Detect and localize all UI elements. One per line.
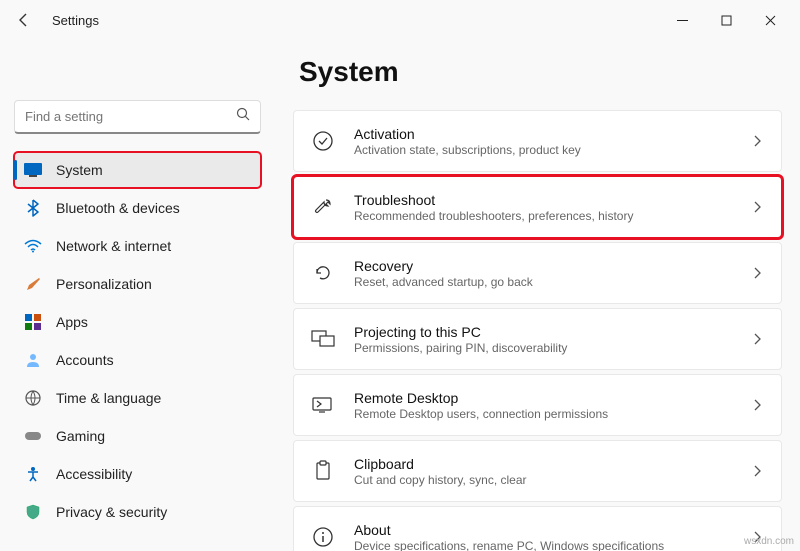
card-title: Activation xyxy=(354,126,731,142)
sidebar-item-label: Accounts xyxy=(56,352,114,368)
sidebar-item-label: Time & language xyxy=(56,390,161,406)
sidebar-item-time-language[interactable]: Time & language xyxy=(14,380,261,416)
card-text: Remote Desktop Remote Desktop users, con… xyxy=(354,390,731,421)
sidebar-item-privacy[interactable]: Privacy & security xyxy=(14,494,261,530)
card-recovery[interactable]: Recovery Reset, advanced startup, go bac… xyxy=(293,242,782,304)
wrench-icon xyxy=(310,194,336,220)
back-button[interactable] xyxy=(8,4,40,36)
sidebar: System Bluetooth & devices Network & int… xyxy=(0,40,275,551)
chevron-right-icon xyxy=(749,135,765,147)
sidebar-item-network[interactable]: Network & internet xyxy=(14,228,261,264)
gamepad-icon xyxy=(24,427,42,445)
maximize-button[interactable] xyxy=(704,5,748,35)
search-input[interactable] xyxy=(14,100,261,134)
card-title: Recovery xyxy=(354,258,731,274)
check-circle-icon xyxy=(310,128,336,154)
card-subtitle: Device specifications, rename PC, Window… xyxy=(354,539,731,551)
card-about[interactable]: About Device specifications, rename PC, … xyxy=(293,506,782,551)
brush-icon xyxy=(24,275,42,293)
info-icon xyxy=(310,524,336,550)
sidebar-item-label: Gaming xyxy=(56,428,105,444)
content: System Activation Activation state, subs… xyxy=(275,40,800,551)
main-layout: System Bluetooth & devices Network & int… xyxy=(0,40,800,551)
sidebar-item-bluetooth[interactable]: Bluetooth & devices xyxy=(14,190,261,226)
sidebar-item-accessibility[interactable]: Accessibility xyxy=(14,456,261,492)
card-title: Clipboard xyxy=(354,456,731,472)
card-title: Projecting to this PC xyxy=(354,324,731,340)
search-icon xyxy=(236,107,251,127)
maximize-icon xyxy=(721,15,732,26)
minimize-button[interactable] xyxy=(660,5,704,35)
card-text: Activation Activation state, subscriptio… xyxy=(354,126,731,157)
project-icon xyxy=(310,326,336,352)
close-button[interactable] xyxy=(748,5,792,35)
titlebar: Settings xyxy=(0,0,800,40)
accessibility-icon xyxy=(24,465,42,483)
sidebar-item-label: Apps xyxy=(56,314,88,330)
card-subtitle: Reset, advanced startup, go back xyxy=(354,275,731,289)
card-activation[interactable]: Activation Activation state, subscriptio… xyxy=(293,110,782,172)
chevron-right-icon xyxy=(749,267,765,279)
sidebar-item-system[interactable]: System xyxy=(14,152,261,188)
minimize-icon xyxy=(677,15,688,26)
card-subtitle: Remote Desktop users, connection permiss… xyxy=(354,407,731,421)
sidebar-item-label: Privacy & security xyxy=(56,504,167,520)
card-troubleshoot[interactable]: Troubleshoot Recommended troubleshooters… xyxy=(293,176,782,238)
page-title: System xyxy=(299,56,782,88)
system-icon xyxy=(24,161,42,179)
sidebar-item-apps[interactable]: Apps xyxy=(14,304,261,340)
close-icon xyxy=(765,15,776,26)
sidebar-item-gaming[interactable]: Gaming xyxy=(14,418,261,454)
sidebar-item-personalization[interactable]: Personalization xyxy=(14,266,261,302)
wifi-icon xyxy=(24,237,42,255)
remote-icon xyxy=(310,392,336,418)
card-title: About xyxy=(354,522,731,538)
card-projecting[interactable]: Projecting to this PC Permissions, pairi… xyxy=(293,308,782,370)
card-text: Projecting to this PC Permissions, pairi… xyxy=(354,324,731,355)
card-subtitle: Recommended troubleshooters, preferences… xyxy=(354,209,731,223)
apps-icon xyxy=(24,313,42,331)
sidebar-item-accounts[interactable]: Accounts xyxy=(14,342,261,378)
person-icon xyxy=(24,351,42,369)
window-title: Settings xyxy=(52,13,99,28)
card-title: Troubleshoot xyxy=(354,192,731,208)
card-subtitle: Cut and copy history, sync, clear xyxy=(354,473,731,487)
globe-icon xyxy=(24,389,42,407)
shield-icon xyxy=(24,503,42,521)
card-remote-desktop[interactable]: Remote Desktop Remote Desktop users, con… xyxy=(293,374,782,436)
chevron-right-icon xyxy=(749,333,765,345)
chevron-right-icon xyxy=(749,465,765,477)
chevron-right-icon xyxy=(749,399,765,411)
watermark: wsxdn.com xyxy=(744,536,794,547)
sidebar-item-label: Bluetooth & devices xyxy=(56,200,180,216)
card-text: Recovery Reset, advanced startup, go bac… xyxy=(354,258,731,289)
sidebar-item-label: Network & internet xyxy=(56,238,171,254)
card-title: Remote Desktop xyxy=(354,390,731,406)
card-text: Troubleshoot Recommended troubleshooters… xyxy=(354,192,731,223)
window-controls xyxy=(660,5,792,35)
sidebar-item-label: System xyxy=(56,162,103,178)
nav-list: System Bluetooth & devices Network & int… xyxy=(14,152,261,530)
sidebar-item-label: Accessibility xyxy=(56,466,132,482)
card-text: Clipboard Cut and copy history, sync, cl… xyxy=(354,456,731,487)
card-subtitle: Activation state, subscriptions, product… xyxy=(354,143,731,157)
card-text: About Device specifications, rename PC, … xyxy=(354,522,731,551)
chevron-right-icon xyxy=(749,201,765,213)
back-icon xyxy=(16,12,32,28)
search-wrap xyxy=(14,100,261,134)
clipboard-icon xyxy=(310,458,336,484)
card-subtitle: Permissions, pairing PIN, discoverabilit… xyxy=(354,341,731,355)
sidebar-item-label: Personalization xyxy=(56,276,152,292)
bluetooth-icon xyxy=(24,199,42,217)
card-clipboard[interactable]: Clipboard Cut and copy history, sync, cl… xyxy=(293,440,782,502)
recovery-icon xyxy=(310,260,336,286)
